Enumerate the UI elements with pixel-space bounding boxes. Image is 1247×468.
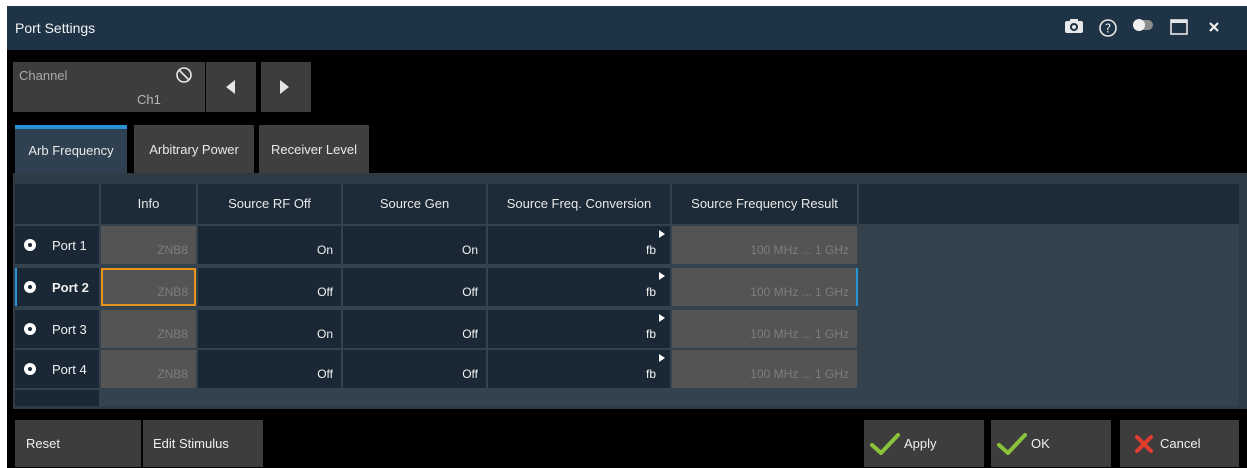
check-icon	[997, 433, 1027, 455]
cancel-button[interactable]: Cancel	[1120, 420, 1239, 467]
rf-off-cell[interactable]: Off	[198, 350, 341, 388]
ok-button[interactable]: OK	[991, 420, 1111, 467]
cancel-x-icon	[1135, 435, 1153, 453]
dropdown-arrow-icon	[659, 272, 665, 280]
close-icon[interactable]	[1203, 18, 1225, 38]
row-header-port-3[interactable]: Port 3	[15, 310, 99, 348]
source-gen-cell[interactable]: Off	[343, 268, 486, 306]
channel-value: Ch1	[137, 92, 161, 107]
maximize-icon[interactable]	[1168, 18, 1190, 38]
freq-conversion-value: fb	[645, 285, 656, 299]
rf-off-cell[interactable]: On	[198, 310, 341, 348]
row-header-port-2[interactable]: Port 2	[17, 268, 99, 306]
no-channel-icon[interactable]	[175, 66, 193, 84]
help-icon[interactable]: ?	[1097, 18, 1119, 38]
check-icon	[870, 433, 900, 455]
tab-arbitrary-power[interactable]: Arbitrary Power	[134, 125, 254, 173]
frequency-result-cell: 100 MHz ... 1 GHz	[672, 226, 857, 264]
row-header-empty	[15, 390, 99, 406]
port-label: Port 3	[52, 322, 87, 337]
next-channel-button[interactable]	[261, 62, 311, 112]
rf-off-cell[interactable]: Off	[198, 268, 341, 306]
radio-icon[interactable]	[24, 281, 36, 293]
svg-text:?: ?	[1105, 22, 1111, 36]
header-filler	[859, 184, 1239, 224]
header-corner	[15, 184, 99, 224]
tab-receiver-level[interactable]: Receiver Level	[259, 125, 369, 173]
title-bar: Port Settings ?	[7, 6, 1247, 50]
frequency-result-cell: 100 MHz ... 1 GHz	[672, 310, 857, 348]
port-label: Port 4	[52, 362, 87, 377]
freq-conversion-cell[interactable]: fb	[488, 350, 670, 388]
freq-conversion-value: fb	[645, 243, 656, 257]
dialog-title: Port Settings	[15, 20, 96, 36]
freq-conversion-cell[interactable]: fb	[488, 226, 670, 264]
radio-icon[interactable]	[24, 363, 36, 375]
row-header-port-1[interactable]: Port 1	[15, 226, 99, 264]
reset-label: Reset	[26, 436, 60, 451]
port-label: Port 1	[52, 238, 87, 253]
channel-label: Channel	[19, 68, 68, 83]
edit-stimulus-button[interactable]: Edit Stimulus	[143, 420, 263, 467]
channel-selector[interactable]: Channel Ch1	[13, 62, 205, 112]
camera-icon[interactable]	[1063, 18, 1085, 38]
header-source-frequency-result: Source Frequency Result	[672, 184, 857, 224]
freq-conversion-value: fb	[645, 327, 656, 341]
radio-icon[interactable]	[24, 239, 36, 251]
previous-channel-button[interactable]	[206, 62, 256, 112]
freq-conversion-cell[interactable]: fb	[488, 310, 670, 348]
source-gen-cell[interactable]: Off	[343, 350, 486, 388]
ok-label: OK	[1031, 436, 1050, 451]
apply-button[interactable]: Apply	[864, 420, 984, 467]
source-gen-cell[interactable]: Off	[343, 310, 486, 348]
cancel-label: Cancel	[1160, 436, 1201, 451]
rf-off-cell[interactable]: On	[198, 226, 341, 264]
dropdown-arrow-icon	[659, 314, 665, 322]
frequency-result-cell: 100 MHz ... 1 GHz	[672, 268, 857, 306]
header-info: Info	[101, 184, 196, 224]
dropdown-arrow-icon	[659, 230, 665, 238]
info-cell-selected: ZNB8	[101, 268, 196, 306]
info-cell: ZNB8	[101, 310, 196, 348]
arrow-right-icon	[280, 80, 289, 94]
toggle-icon[interactable]	[1132, 18, 1154, 38]
row-header-port-4[interactable]: Port 4	[15, 350, 99, 388]
reset-button[interactable]: Reset	[15, 420, 141, 467]
apply-label: Apply	[904, 436, 937, 451]
freq-conversion-cell[interactable]: fb	[488, 268, 670, 306]
tab-arb-frequency[interactable]: Arb Frequency	[15, 125, 127, 173]
edit-stimulus-label: Edit Stimulus	[153, 436, 229, 451]
info-cell: ZNB8	[101, 226, 196, 264]
frequency-result-cell: 100 MHz ... 1 GHz	[672, 350, 857, 388]
source-gen-cell[interactable]: On	[343, 226, 486, 264]
header-source-gen: Source Gen	[343, 184, 486, 224]
selected-row-indicator-right	[856, 268, 858, 306]
info-cell: ZNB8	[101, 350, 196, 388]
header-source-freq-conversion: Source Freq. Conversion	[488, 184, 670, 224]
freq-conversion-value: fb	[645, 367, 656, 381]
radio-icon[interactable]	[24, 323, 36, 335]
port-label: Port 2	[52, 280, 89, 295]
dropdown-arrow-icon	[659, 354, 665, 362]
arrow-left-icon	[226, 80, 235, 94]
header-source-rf-off: Source RF Off	[198, 184, 341, 224]
